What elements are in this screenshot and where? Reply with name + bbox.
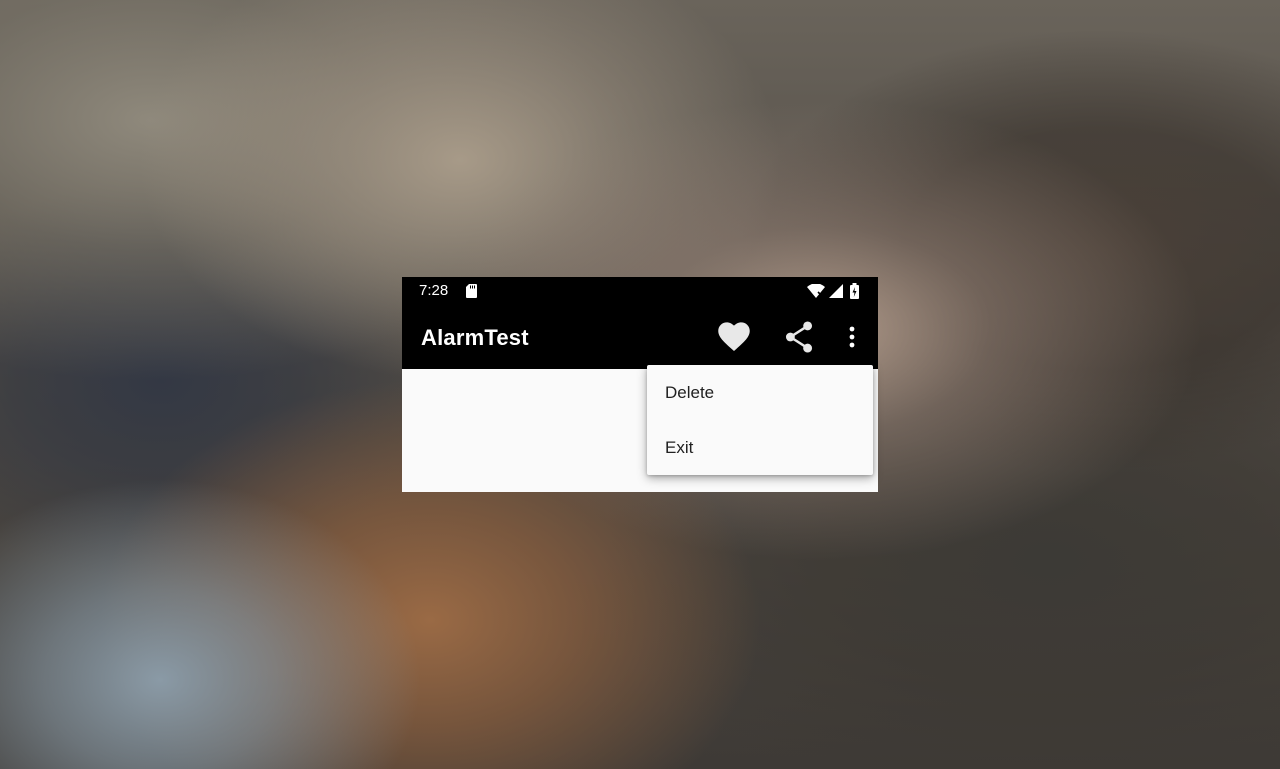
overflow-menu: Delete Exit xyxy=(647,365,873,475)
heart-icon xyxy=(718,322,750,351)
menu-item-exit[interactable]: Exit xyxy=(647,420,873,475)
signal-icon xyxy=(829,284,843,303)
wifi-icon xyxy=(807,283,825,303)
app-title: AlarmTest xyxy=(421,325,529,350)
status-bar: 7:28 xyxy=(402,277,878,305)
app-bar: AlarmTest xyxy=(402,305,878,369)
more-vert-icon xyxy=(849,326,855,348)
share-icon xyxy=(785,321,813,353)
sd-card-icon xyxy=(466,284,477,303)
menu-item-delete[interactable]: Delete xyxy=(647,365,873,420)
favorite-button[interactable] xyxy=(714,317,754,357)
app-window: 7:28 AlarmTest Delete Exit xyxy=(402,277,878,492)
battery-icon xyxy=(850,283,859,304)
share-button[interactable] xyxy=(779,317,819,357)
overflow-menu-button[interactable] xyxy=(832,317,872,357)
status-time: 7:28 xyxy=(419,282,449,299)
